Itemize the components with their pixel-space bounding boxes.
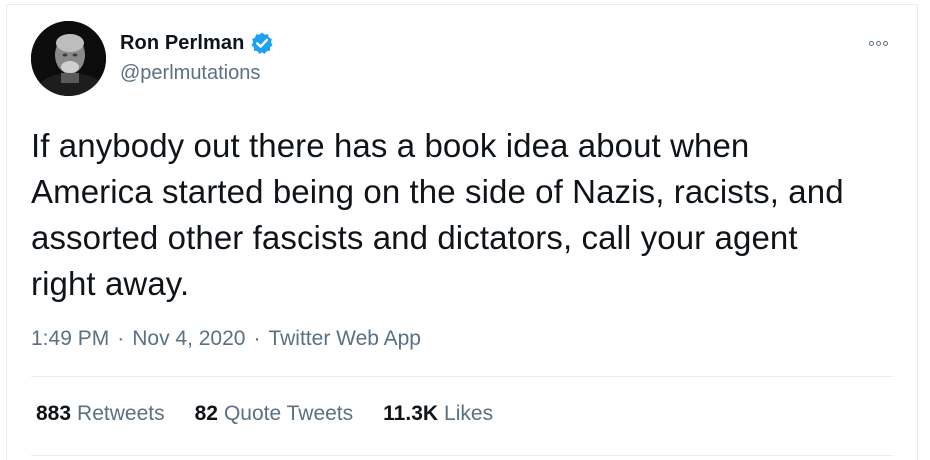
avatar[interactable] [31, 21, 106, 96]
verified-badge-icon [250, 31, 274, 55]
divider [31, 376, 893, 377]
retweets-count: 883 [36, 402, 72, 425]
quote-tweets-count: 82 [194, 402, 218, 425]
more-options-icon[interactable] [863, 33, 893, 53]
tweet-card: Ron Perlman @perlmutations If anybody ou… [6, 4, 918, 460]
tweet-stats: 883 Retweets 82 Quote Tweets 11.3K Likes [36, 402, 523, 426]
likes-label: Likes [444, 402, 494, 425]
likes-stat[interactable]: 11.3K Likes [383, 402, 493, 426]
tweet-text: If anybody out there has a book idea abo… [31, 127, 844, 302]
meta-separator: · [253, 327, 261, 350]
tweet-time[interactable]: 1:49 PM [31, 327, 109, 351]
author-name-row: Ron Perlman [120, 29, 274, 57]
tweet-meta: 1:49 PM · Nov 4, 2020 · Twitter Web App [31, 327, 421, 351]
meta-separator: · [117, 327, 125, 350]
avatar-photo-icon [31, 21, 106, 96]
retweets-label: Retweets [77, 402, 165, 425]
likes-count: 11.3K [383, 402, 439, 425]
author-handle[interactable]: @perlmutations [120, 62, 260, 85]
author-display-name[interactable]: Ron Perlman [120, 32, 244, 55]
retweets-stat[interactable]: 883 Retweets [36, 402, 165, 426]
quote-tweets-stat[interactable]: 82 Quote Tweets [195, 402, 354, 426]
quote-tweets-label: Quote Tweets [223, 402, 354, 425]
tweet-date[interactable]: Nov 4, 2020 [132, 327, 245, 351]
tweet-source[interactable]: Twitter Web App [268, 327, 421, 351]
divider [31, 455, 893, 456]
